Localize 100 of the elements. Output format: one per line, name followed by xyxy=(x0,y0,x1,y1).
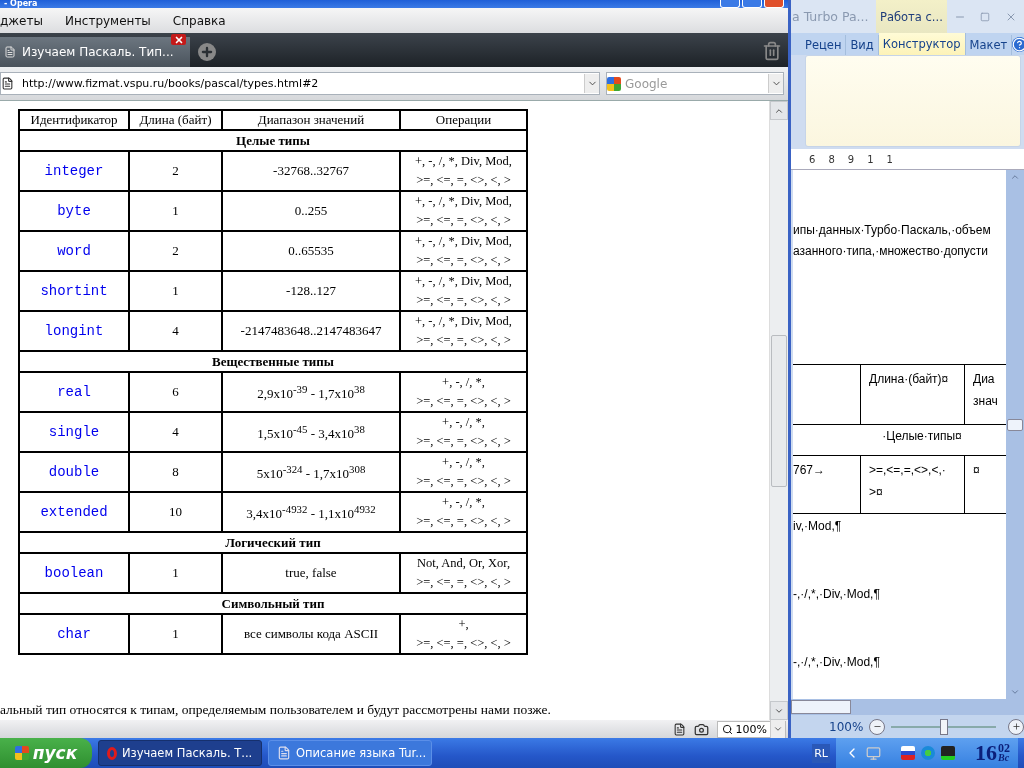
zoom-field[interactable]: 100% xyxy=(716,720,786,738)
identifier-link[interactable]: double xyxy=(19,452,129,492)
window-title: a Turbo Pa... xyxy=(791,9,870,24)
menu-item[interactable]: джеты xyxy=(0,13,43,28)
identifier-link[interactable]: real xyxy=(19,372,129,412)
table-cell: +, -, /, *, Div, Mod, >=, <=, =, <>, <, > xyxy=(400,311,527,351)
table-cell: +, -, /, *, >=, <=, =, <>, <, > xyxy=(400,452,527,492)
identifier-link[interactable]: single xyxy=(19,412,129,452)
browser-icon xyxy=(107,746,117,760)
table-cell: >=,<=,=,<>,<,· >¤ xyxy=(861,456,965,514)
table-cell: true, false xyxy=(222,553,400,593)
taskbar-button[interactable]: Изучаем Паскаль. Т... xyxy=(98,740,262,766)
table-cell: +, -, /, *, Div, Mod, >=, <=, =, <>, <, > xyxy=(400,231,527,271)
column-header: Идентификатор xyxy=(19,110,129,130)
table-cell: 4 xyxy=(129,412,222,452)
table-cell: Длина·(байт)¤ xyxy=(861,365,965,425)
page-icon[interactable] xyxy=(672,722,686,736)
zoom-in-button[interactable] xyxy=(1008,718,1024,735)
table-cell: 6 xyxy=(129,372,222,412)
plus-icon xyxy=(1011,722,1021,731)
table-cell: +, -, /, *, Div, Mod, >=, <=, =, <>, <, > xyxy=(400,191,527,231)
section-heading: Символьный тип xyxy=(19,593,527,614)
paragraph-text: -,·/,*,·Div,·Mod,¶ xyxy=(793,586,881,603)
table-cell: 5x10$^{-324}$ - 1,7x10$^{308}$ xyxy=(222,452,400,492)
section-heading: Целые типы xyxy=(19,130,527,151)
ribbon-tab[interactable]: Конструктор xyxy=(878,33,966,55)
table-cell: 1 xyxy=(129,614,222,654)
identifier-link[interactable]: extended xyxy=(19,492,129,532)
document-icon xyxy=(277,746,291,760)
table-cell: +, -, /, *, >=, <=, =, <>, <, > xyxy=(400,412,527,452)
caret-icon xyxy=(773,724,783,734)
table-cell: 0..65535 xyxy=(222,231,400,271)
identifier-link[interactable]: integer xyxy=(19,151,129,191)
taskbar-button[interactable]: Описание языка Tur... xyxy=(268,740,432,766)
maximize-button[interactable] xyxy=(742,0,762,8)
ruler-number: 9 xyxy=(847,153,855,165)
table-cell: 2 xyxy=(129,231,222,271)
table-cell: 10 xyxy=(129,492,222,532)
close-tab-button[interactable] xyxy=(171,34,186,45)
flag-icon[interactable] xyxy=(901,746,915,760)
table-cell: 3,4x10$^{-4932}$ - 1,1x10$^{4932}$ xyxy=(222,492,400,532)
column-header: Операции xyxy=(400,110,527,130)
slider-thumb[interactable] xyxy=(939,718,948,735)
ruler-number: 1 xyxy=(867,153,874,165)
paragraph-text: ипы·данных·Турбо·Паскаль,·объем xyxy=(793,222,992,239)
address-field[interactable]: http://www.fizmat.vspu.ru/books/pascal/types.html#2 xyxy=(0,72,600,95)
menu-item[interactable]: Справка xyxy=(172,13,226,28)
meter-icon[interactable] xyxy=(941,746,955,760)
browser-tab[interactable]: Изучаем Паскаль. Тип... xyxy=(0,37,190,67)
close-icon xyxy=(173,34,184,45)
scroll-thumb[interactable] xyxy=(791,700,851,714)
close-button[interactable] xyxy=(764,0,784,8)
add-tab-button[interactable] xyxy=(198,43,216,61)
table-cell: +, -, /, *, >=, <=, =, <>, <, > xyxy=(400,372,527,412)
identifier-link[interactable]: longint xyxy=(19,311,129,351)
table-cell: 1 xyxy=(129,553,222,593)
minimize-button[interactable] xyxy=(720,0,740,8)
column-header: Диапазон значений xyxy=(222,110,400,130)
window-title: - Opera xyxy=(4,0,38,8)
trash-icon[interactable] xyxy=(762,41,782,61)
zoom-percent: 100% xyxy=(829,719,864,734)
column-header: Длина (байт) xyxy=(129,110,222,130)
network-icon[interactable] xyxy=(866,745,881,761)
paragraph-text: азанного·типа,·множество·допусти xyxy=(793,243,989,260)
table-cell: 4 xyxy=(129,311,222,351)
table-cell: 767→ xyxy=(793,456,861,514)
identifier-link[interactable]: char xyxy=(19,614,129,654)
search-engine-icon xyxy=(607,76,621,91)
menu-item[interactable]: Инструменты xyxy=(64,13,151,28)
table-cell: -32768..32767 xyxy=(222,151,400,191)
table-cell: 2 xyxy=(129,151,222,191)
table-cell: +, -, /, *, Div, Mod, >=, <=, =, <>, <, > xyxy=(400,271,527,311)
table-cell: Not, And, Or, Xor, >=, <=, =, <>, <, > xyxy=(400,553,527,593)
plus-icon xyxy=(200,45,214,59)
help-icon[interactable] xyxy=(1012,37,1024,52)
table-cell: 1 xyxy=(129,191,222,231)
page-icon xyxy=(1,77,14,90)
table-cell: -128..127 xyxy=(222,271,400,311)
table-cell: +, -, /, *, Div, Mod, >=, <=, =, <>, <, > xyxy=(400,151,527,191)
identifier-link[interactable]: byte xyxy=(19,191,129,231)
section-heading: Вещественные типы xyxy=(19,351,527,372)
paragraph-text: альный тип относятся к типам, определяемым пользователем и будут рассмотрены нами позже. xyxy=(0,702,552,719)
identifier-link[interactable]: word xyxy=(19,231,129,271)
scroll-thumb[interactable] xyxy=(771,334,787,487)
zoom-out-button[interactable] xyxy=(869,718,886,735)
scroll-thumb[interactable] xyxy=(1007,418,1023,431)
language-indicator[interactable]: RL xyxy=(812,743,830,763)
table-cell: 2,9x10$^{-39}$ - 1,7x10$^{38}$ xyxy=(222,372,400,412)
table-cell: -2147483648..2147483647 xyxy=(222,311,400,351)
page-icon xyxy=(4,46,16,58)
identifier-link[interactable]: shortint xyxy=(19,271,129,311)
paragraph-text: -,·/,*,·Div,·Mod,¶ xyxy=(793,654,881,671)
table-cell: все символы кода ASCII xyxy=(222,614,400,654)
context-tab-label: Работа с... xyxy=(876,0,947,33)
table-cell: 1,5x10$^{-45}$ - 3,4x10$^{38}$ xyxy=(222,412,400,452)
table-cell: 8 xyxy=(129,452,222,492)
paragraph-text: iv,·Mod,¶ xyxy=(793,518,843,535)
search-icon xyxy=(721,723,733,735)
identifier-link[interactable]: boolean xyxy=(19,553,129,593)
camera-icon[interactable] xyxy=(693,721,709,737)
